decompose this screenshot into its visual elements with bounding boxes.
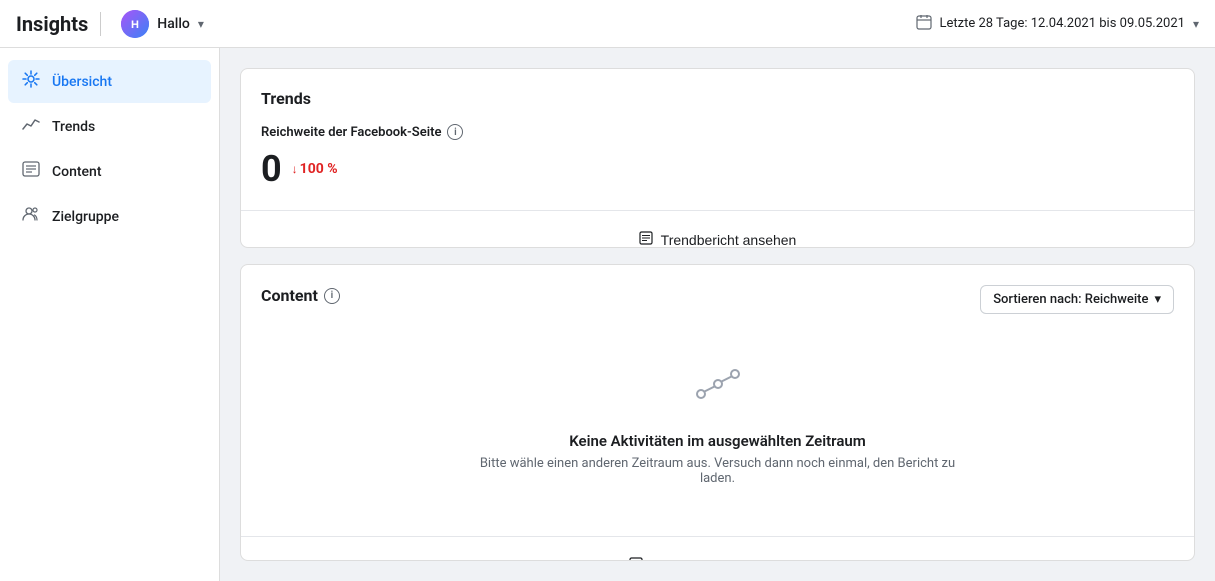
page-name: Hallo (157, 16, 190, 32)
trends-icon (20, 115, 42, 138)
trends-card-title: Trends (261, 89, 1174, 108)
trendbericht-button[interactable]: Trendbericht ansehen (261, 223, 1174, 248)
content-card-title-wrap: Content i (261, 286, 340, 305)
sort-dropdown[interactable]: Sortieren nach: Reichweite ▾ (980, 285, 1174, 314)
trends-card: Trends Reichweite der Facebook-Seite i 0… (240, 68, 1195, 248)
page-avatar: H (121, 10, 149, 38)
date-range[interactable]: Letzte 28 Tage: 12.04.2021 bis 09.05.202… (916, 14, 1200, 34)
metric-number: 0 (261, 148, 282, 190)
content-card: Content i Sortieren nach: Reichweite ▾ (240, 264, 1195, 561)
uebersicht-icon (20, 70, 42, 93)
metric-change-value: 100 % (300, 161, 338, 177)
empty-subtitle: Bitte wähle einen anderen Zeitraum aus. … (468, 456, 968, 486)
sidebar: Übersicht Trends Content (0, 48, 220, 581)
content-bericht-label: Content-Bericht ansehen (651, 558, 806, 561)
svg-text:H: H (131, 19, 139, 31)
metric-label: Reichweite der Facebook-Seite i (261, 124, 1174, 140)
sidebar-item-content[interactable]: Content (8, 150, 211, 193)
sidebar-item-uebersicht[interactable]: Übersicht (8, 60, 211, 103)
trendbericht-label: Trendbericht ansehen (661, 232, 797, 248)
empty-title: Keine Aktivitäten im ausgewählten Zeitra… (569, 432, 866, 450)
calendar-icon (916, 14, 932, 34)
empty-state: Keine Aktivitäten im ausgewählten Zeitra… (261, 334, 1174, 516)
date-range-text: Letzte 28 Tage: 12.04.2021 bis 09.05.202… (940, 16, 1185, 31)
arrow-down-icon: ↓ (292, 162, 298, 176)
content-card-body: Content i Sortieren nach: Reichweite ▾ (241, 265, 1194, 536)
chevron-down-icon: ▾ (198, 17, 204, 31)
trends-card-footer: Trendbericht ansehen (241, 210, 1194, 248)
zielgruppe-icon (20, 205, 42, 228)
content-bericht-icon (629, 557, 643, 561)
page-selector[interactable]: H Hallo ▾ (113, 6, 212, 42)
metric-change: ↓ 100 % (292, 161, 338, 177)
sidebar-item-uebersicht-label: Übersicht (52, 74, 112, 90)
app-title: Insights (16, 12, 88, 36)
sidebar-item-zielgruppe[interactable]: Zielgruppe (8, 195, 211, 238)
content-card-footer: Content-Bericht ansehen (241, 536, 1194, 561)
content-info-icon[interactable]: i (324, 288, 340, 304)
sidebar-item-trends[interactable]: Trends (8, 105, 211, 148)
trendbericht-icon (639, 231, 653, 248)
sidebar-item-trends-label: Trends (52, 119, 95, 135)
metric-value: 0 ↓ 100 % (261, 148, 1174, 190)
content-area: Trends Reichweite der Facebook-Seite i 0… (220, 48, 1215, 581)
content-card-header: Content i Sortieren nach: Reichweite ▾ (261, 285, 1174, 314)
empty-chart-icon (691, 364, 745, 416)
header-divider (100, 12, 101, 36)
content-icon (20, 160, 42, 183)
top-header: Insights H Hallo ▾ (0, 0, 1215, 48)
content-card-title: Content (261, 286, 318, 305)
date-range-chevron-icon[interactable]: ▾ (1193, 17, 1199, 31)
trends-card-body: Trends Reichweite der Facebook-Seite i 0… (241, 69, 1194, 210)
content-bericht-button[interactable]: Content-Bericht ansehen (261, 549, 1174, 561)
sort-chevron-icon: ▾ (1154, 292, 1161, 307)
sort-label: Sortieren nach: Reichweite (993, 292, 1148, 307)
metric-label-text: Reichweite der Facebook-Seite (261, 125, 441, 140)
sidebar-item-zielgruppe-label: Zielgruppe (52, 209, 119, 225)
sidebar-item-content-label: Content (52, 164, 102, 180)
info-icon[interactable]: i (447, 124, 463, 140)
main-layout: Übersicht Trends Content (0, 48, 1215, 581)
